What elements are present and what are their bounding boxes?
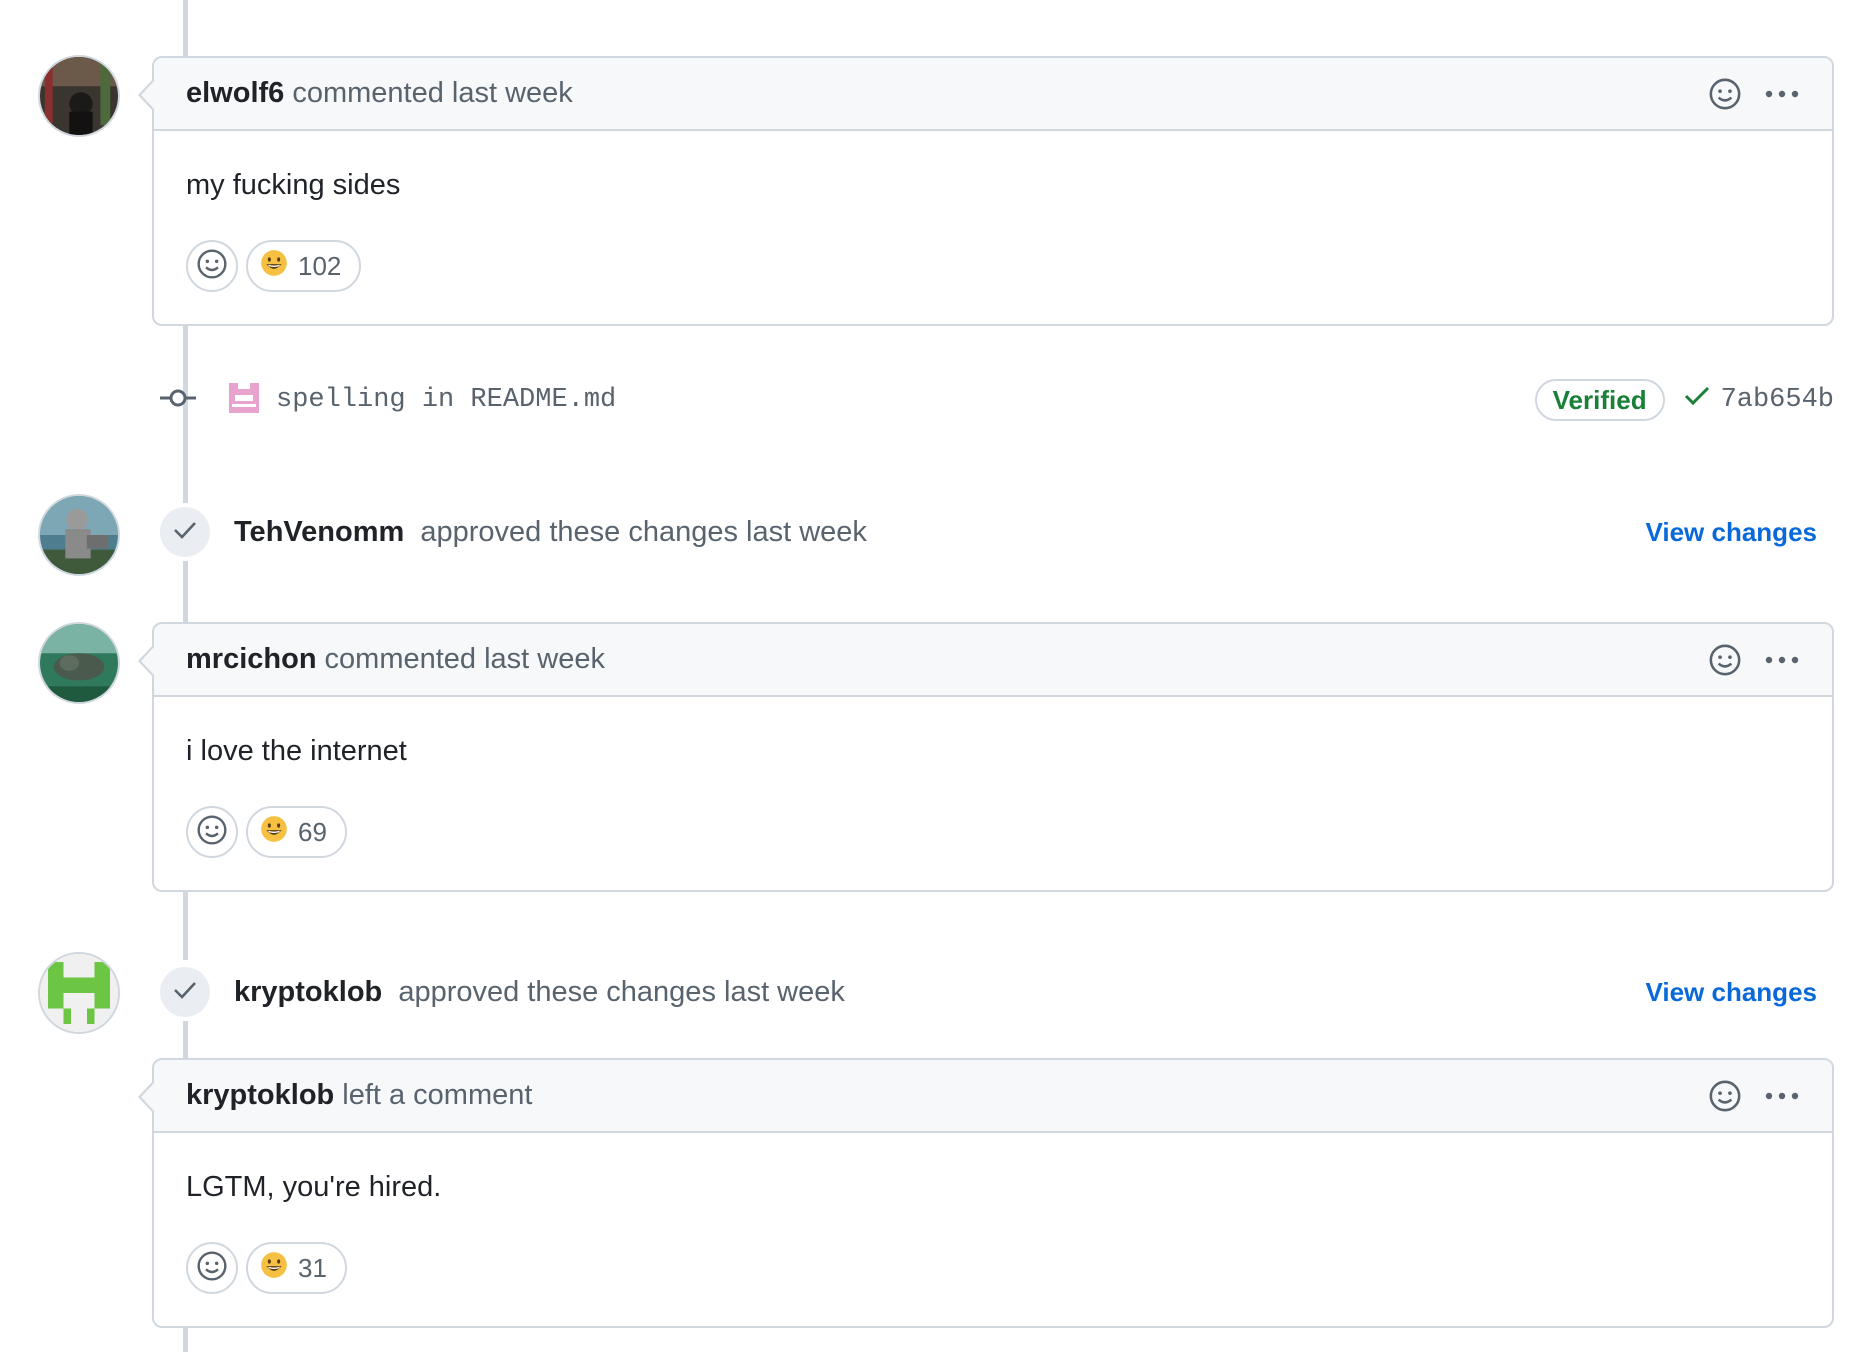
avatar-image — [40, 57, 118, 135]
comment: mrcichon commented last week i love the … — [138, 622, 1834, 892]
timeline-line — [183, 1326, 188, 1352]
comment: elwolf6 commented last week my fucking s… — [138, 56, 1834, 326]
commit-sha-text: 7ab654b — [1720, 385, 1834, 415]
smiley-icon — [196, 248, 228, 285]
avatar[interactable] — [38, 494, 120, 576]
timeline-line — [183, 0, 188, 58]
grinning-face-icon — [260, 1251, 288, 1286]
reaction-count: 102 — [298, 250, 342, 281]
reactions: 102 — [154, 202, 1832, 324]
kebab-horizontal-icon[interactable] — [1764, 1091, 1800, 1101]
reactions: 69 — [154, 768, 1832, 890]
committer-avatar[interactable] — [226, 379, 262, 421]
avatar[interactable] — [38, 622, 120, 704]
reaction-count: 31 — [298, 1252, 327, 1283]
check-icon — [172, 516, 198, 549]
commit-row: spelling in README.md Verified 7ab654b — [160, 372, 1834, 428]
reactions: 31 — [154, 1204, 1832, 1326]
reaction-pill[interactable]: 69 — [246, 806, 347, 858]
add-reaction-button[interactable] — [186, 1242, 238, 1294]
review-event: TehVenomm approved these changes last we… — [156, 502, 1834, 562]
smiley-icon — [196, 1250, 228, 1287]
review-badge — [156, 503, 214, 561]
reaction-count: 69 — [298, 816, 327, 847]
add-reaction-button[interactable] — [186, 806, 238, 858]
kebab-horizontal-icon[interactable] — [1764, 655, 1800, 665]
avatar[interactable] — [38, 55, 120, 137]
reaction-pill[interactable]: 102 — [246, 240, 362, 292]
view-changes-link[interactable]: View changes — [1646, 517, 1818, 548]
smiley-icon[interactable] — [1708, 643, 1742, 677]
reaction-pill[interactable]: 31 — [246, 1242, 347, 1294]
comment-header: mrcichon commented last week — [154, 624, 1832, 697]
avatar[interactable] — [38, 952, 120, 1034]
kebab-horizontal-icon[interactable] — [1764, 89, 1800, 99]
grinning-face-icon — [260, 815, 288, 850]
git-commit-icon — [160, 386, 196, 415]
check-icon — [172, 976, 198, 1009]
smiley-icon[interactable] — [1708, 1079, 1742, 1113]
grinning-face-icon — [260, 249, 288, 284]
avatar-image — [40, 624, 118, 702]
review-author[interactable]: kryptoklob — [234, 976, 382, 1008]
comment-meta[interactable]: left a comment — [342, 1079, 532, 1112]
comment-body: LGTM, you're hired. — [186, 1171, 442, 1203]
timeline-line — [183, 324, 188, 624]
comment-meta[interactable]: commented last week — [292, 77, 572, 110]
review-badge — [156, 963, 214, 1021]
verified-badge[interactable]: Verified — [1534, 379, 1665, 421]
smiley-icon — [196, 814, 228, 851]
comment-body: i love the internet — [186, 735, 407, 767]
comment-body: my fucking sides — [186, 169, 401, 201]
comment-meta[interactable]: commented last week — [325, 643, 605, 676]
timeline-line — [183, 890, 188, 960]
identicon — [40, 954, 118, 1032]
comment-author[interactable]: elwolf6 — [186, 77, 284, 110]
avatar-image — [40, 496, 118, 574]
add-reaction-button[interactable] — [186, 240, 238, 292]
view-changes-link[interactable]: View changes — [1646, 977, 1818, 1008]
commit-message[interactable]: spelling in README.md — [276, 385, 616, 415]
review-meta: approved these changes last week — [398, 975, 845, 1008]
check-icon — [1683, 384, 1711, 417]
smiley-icon[interactable] — [1708, 77, 1742, 111]
review-event: kryptoklob approved these changes last w… — [156, 962, 1834, 1022]
review-author[interactable]: TehVenomm — [234, 516, 404, 548]
comment: kryptoklob left a comment LGTM, you're h… — [138, 1058, 1834, 1328]
comment-author[interactable]: mrcichon — [186, 643, 317, 676]
review-meta: approved these changes last week — [420, 515, 867, 548]
timeline-line — [183, 1020, 188, 1060]
comment-header: kryptoklob left a comment — [154, 1060, 1832, 1133]
comment-header: elwolf6 commented last week — [154, 58, 1832, 131]
commit-sha[interactable]: 7ab654b — [1683, 384, 1834, 417]
comment-author[interactable]: kryptoklob — [186, 1079, 334, 1112]
